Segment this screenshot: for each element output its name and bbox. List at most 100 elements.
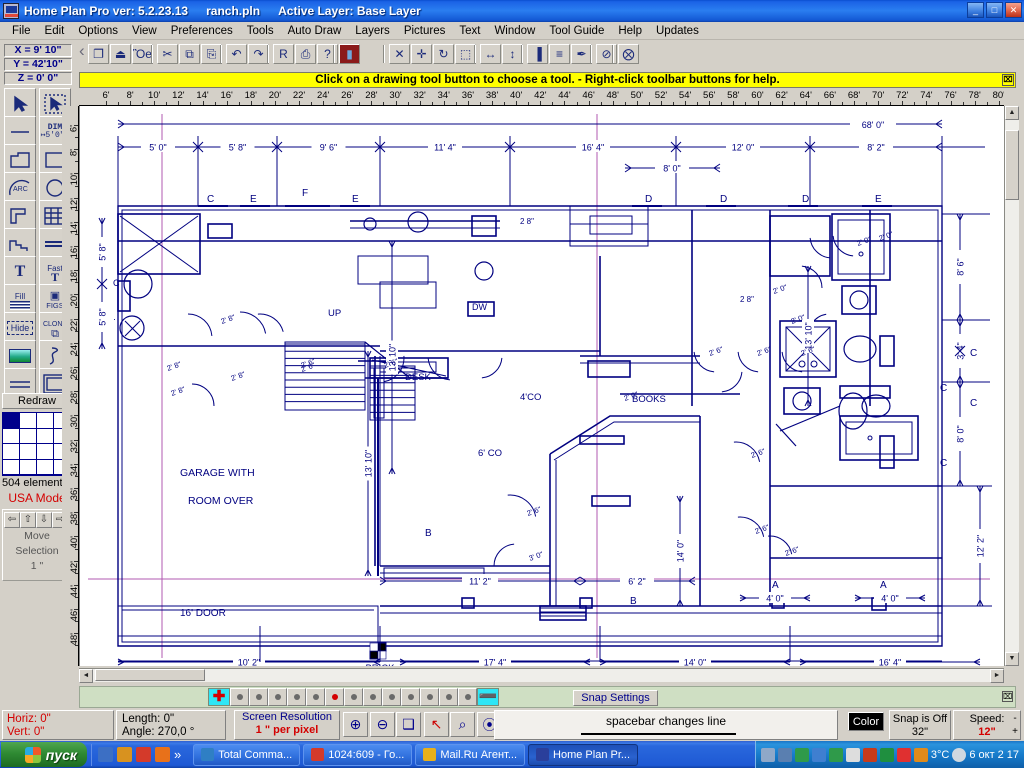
target-icon[interactable] [880,748,894,762]
delete-x-icon[interactable]: ✕ [389,44,410,64]
menu-item-tool-guide[interactable]: Tool Guide [542,24,611,38]
redo-icon[interactable]: ↷ [248,44,269,64]
maximize-button[interactable]: □ [986,2,1003,18]
start-button[interactable]: пуск [1,742,87,767]
move-left-button[interactable]: ⇦ [4,512,20,528]
equalizer-icon[interactable] [846,748,860,762]
media-player-icon[interactable] [117,747,132,762]
menu-item-edit[interactable]: Edit [38,24,72,38]
menu-item-help[interactable]: Help [611,24,649,38]
orange-circle-icon[interactable] [914,748,928,762]
layer-toggle-7[interactable] [344,688,363,706]
move-icon[interactable]: ✛ [411,44,432,64]
color-swatch[interactable] [20,413,37,429]
sync-icon[interactable] [812,748,826,762]
cut-scissors-icon[interactable]: ✂ [157,44,178,64]
menu-item-preferences[interactable]: Preferences [164,24,240,38]
move-down-button[interactable]: ⇩ [36,512,52,528]
expand-chevrons-icon[interactable]: » [174,747,181,762]
color-swatch[interactable] [20,460,37,476]
layerbar-close-icon[interactable]: ⌧ [1002,691,1013,702]
network-icon[interactable] [778,748,792,762]
color-swatch[interactable] [37,444,54,460]
bar-pattern-icon[interactable]: ▐ [527,44,548,64]
stretch-horizontal-icon[interactable]: ↔ [480,44,501,64]
color-swatch[interactable] [3,429,20,445]
zoom-previous-icon[interactable]: ↖ [424,712,449,737]
layer-toggle-8[interactable] [363,688,382,706]
screen-resolution-box[interactable]: Screen Resolution 1 " per pixel [234,710,340,740]
remove-layer-button[interactable]: ➖ [477,688,499,706]
firefox-icon[interactable] [155,747,170,762]
save-disk-icon[interactable]: Ὃe [132,44,153,64]
layer-toggle-3[interactable] [268,688,287,706]
color-button[interactable]: Color [848,712,884,731]
add-layer-button[interactable]: ✚ [208,688,230,706]
print-preview-icon[interactable]: R [273,44,294,64]
color-swatch[interactable] [20,444,37,460]
opera-icon[interactable] [136,747,151,762]
rotate-icon[interactable]: ↻ [433,44,454,64]
layer-toggle-6[interactable] [325,688,344,706]
select-area-icon[interactable]: ⬚ [455,44,476,64]
flag-ru-icon[interactable] [897,748,911,762]
layer-toggle-5[interactable] [306,688,325,706]
toolbar-drag-handle[interactable] [79,44,86,63]
open-folder-icon[interactable]: ⏏ [110,44,131,64]
close-button[interactable]: ✕ [1005,2,1022,18]
layer-toggle-10[interactable] [401,688,420,706]
color-swatch[interactable] [3,460,20,476]
stretch-vertical-icon[interactable]: ↕ [502,44,523,64]
scroll-left-button[interactable]: ◄ [79,669,93,683]
speed-steppers[interactable]: - + [1012,712,1018,738]
menu-item-layers[interactable]: Layers [348,24,397,38]
task-button-1[interactable]: Total Comma... [193,744,300,766]
menu-item-updates[interactable]: Updates [649,24,706,38]
layer-toggle-12[interactable] [439,688,458,706]
menu-item-window[interactable]: Window [487,24,542,38]
layer-toggle-13[interactable] [458,688,477,706]
zoom-out-icon[interactable]: ⊖ [370,712,395,737]
menu-item-auto-draw[interactable]: Auto Draw [281,24,349,38]
menu-item-file[interactable]: File [5,24,38,38]
printer-icon[interactable]: ⎙ [295,44,316,64]
horizontal-scrollbar[interactable]: ◄ ► [79,668,1004,682]
lines-icon[interactable]: ≡ [549,44,570,64]
layer-toggle-4[interactable] [287,688,306,706]
paint-icon[interactable]: ✒ [571,44,592,64]
snap-status-box[interactable]: Snap is Off 32" [889,710,951,740]
speed-increase[interactable]: + [1012,725,1018,738]
snap-settings-button[interactable]: Snap Settings [573,690,658,706]
menu-item-tools[interactable]: Tools [240,24,281,38]
vertical-scrollbar[interactable]: ▲ ▼ [1004,106,1018,666]
scroll-up-button[interactable]: ▲ [1005,106,1019,120]
layer-toggle-2[interactable] [249,688,268,706]
shield-green-icon[interactable] [829,748,843,762]
color-swatch[interactable] [3,413,20,429]
undo-icon[interactable]: ↶ [226,44,247,64]
horizontal-scroll-thumb[interactable] [95,669,205,681]
menu-item-pictures[interactable]: Pictures [397,24,453,38]
minimize-button[interactable]: _ [967,2,984,18]
speed-decrease[interactable]: - [1012,712,1018,725]
task-button-4[interactable]: Home Plan Pr... [528,744,638,766]
warning-icon[interactable] [863,748,877,762]
color-swatch[interactable] [37,429,54,445]
vertical-scroll-thumb[interactable] [1005,130,1019,200]
new-icon[interactable]: ❐ [88,44,109,64]
menu-item-text[interactable]: Text [452,24,487,38]
fit-page-icon[interactable]: ❑ [396,712,421,737]
paste-icon[interactable]: ⎘ [201,44,222,64]
menu-item-view[interactable]: View [125,24,164,38]
layer-toggle-1[interactable] [230,688,249,706]
task-button-3[interactable]: Mail.Ru Агент... [415,744,525,766]
door-icon[interactable]: ▮ [339,44,360,64]
layer-toggle-11[interactable] [420,688,439,706]
color-swatch[interactable] [3,444,20,460]
punto-switcher-icon[interactable] [795,748,809,762]
move-up-button[interactable]: ⇧ [20,512,36,528]
speed-status-box[interactable]: Speed: 12" - + [953,710,1021,740]
scroll-right-button[interactable]: ► [990,669,1004,683]
zoom-in-icon[interactable]: ⊕ [343,712,368,737]
color-swatch[interactable] [37,460,54,476]
